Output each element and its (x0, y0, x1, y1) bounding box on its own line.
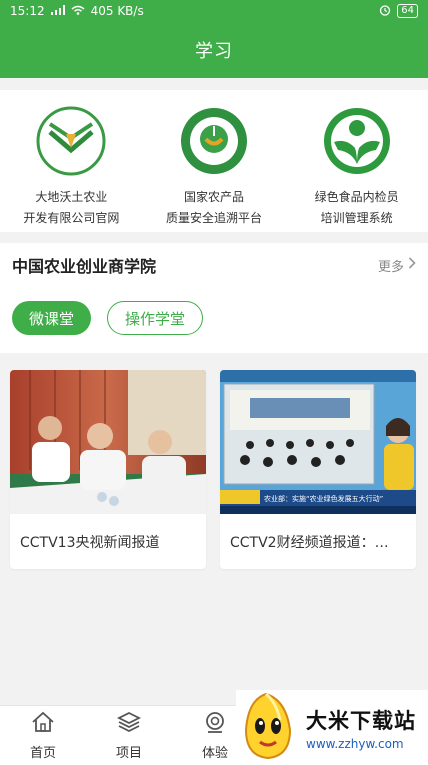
video-title: CCTV2财经频道报道：… (230, 534, 389, 551)
watermark-url: www.zzhyw.com (306, 736, 404, 751)
network-speed: 405 KB/s (90, 4, 144, 18)
tab-operation-class[interactable]: 操作学堂 (107, 301, 204, 335)
site-watermark: 大米下载站 www.zzhyw.com (236, 690, 428, 765)
business-school-section: 中国农业创业商学院 更多 微课堂 操作学堂 (0, 243, 428, 353)
chevron-right-icon (408, 257, 416, 273)
green-food-logo-icon (322, 106, 392, 176)
status-bar: 15:12 405 KB/s 64 (0, 0, 428, 22)
partner-line2: 开发有限公司官网 (23, 211, 120, 225)
video-title: CCTV13央视新闻报道 (20, 534, 160, 551)
app-bar: 学习 (0, 22, 428, 78)
partner-dadi-wotu[interactable]: 大地沃土农业 开发有限公司官网 (6, 106, 136, 232)
signal-icon (50, 4, 65, 18)
video-card-list: CCTV13央视新闻报道 农业部：实施“农业绿色发展五大行动” CCTV2财经频… (0, 370, 428, 569)
tab-micro-class[interactable]: 微课堂 (12, 301, 92, 335)
partner-line1: 大地沃土农业 (35, 190, 108, 204)
partner-line2: 质量安全追溯平台 (165, 211, 262, 225)
news-ticker: 农业部：实施“农业绿色发展五大行动” (264, 494, 383, 503)
partner-green-food[interactable]: 绿色食品内检员 培训管理系统 (292, 106, 422, 232)
dadi-wotu-logo-icon (36, 106, 106, 176)
partner-caqs[interactable]: 国家农产品 质量安全追溯平台 (149, 106, 279, 232)
nav-home[interactable]: 首页 (0, 706, 86, 765)
tab-bar: 微课堂 操作学堂 (0, 287, 428, 335)
nav-label: 首页 (29, 746, 56, 761)
alarm-icon (379, 4, 391, 19)
status-time: 15:12 (10, 4, 45, 18)
watermark-brand: 大米下载站 (306, 708, 416, 733)
partner-line2: 培训管理系统 (320, 211, 393, 225)
section-header: 中国农业创业商学院 更多 (0, 243, 428, 287)
wifi-icon (71, 4, 85, 18)
video-thumbnail: 农业部：实施“农业绿色发展五大行动” (220, 370, 416, 514)
more-label: 更多 (377, 259, 404, 275)
partner-links: 大地沃土农业 开发有限公司官网 国家农产品 质量安全追溯平台 绿色食品内检员 培… (0, 90, 428, 232)
page-title: 学习 (195, 41, 233, 62)
video-card[interactable]: 农业部：实施“农业绿色发展五大行动” CCTV2财经频道报道：… (220, 370, 416, 569)
layers-icon (116, 710, 142, 738)
caqs-logo-icon (179, 106, 249, 176)
video-thumbnail (10, 370, 206, 514)
home-icon (30, 710, 56, 738)
video-card[interactable]: CCTV13央视新闻报道 (10, 370, 206, 569)
camera-icon (202, 710, 228, 738)
mascot-egg-icon (236, 690, 300, 765)
nav-projects[interactable]: 项目 (86, 706, 172, 765)
nav-label: 体验 (201, 746, 228, 761)
partner-line1: 绿色食品内检员 (314, 190, 399, 204)
more-link[interactable]: 更多 (378, 256, 416, 275)
partner-line1: 国家农产品 (183, 190, 244, 204)
battery-indicator: 64 (397, 4, 418, 18)
nav-label: 项目 (115, 746, 142, 761)
section-title: 中国农业创业商学院 (12, 257, 157, 276)
